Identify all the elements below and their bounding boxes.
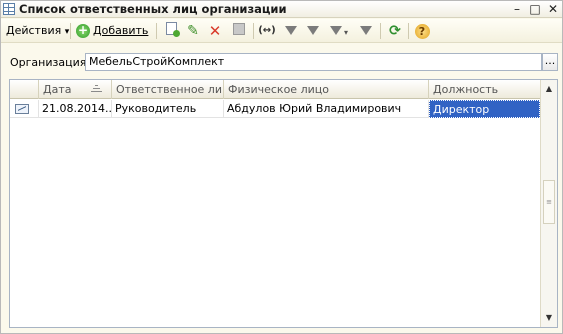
toolbar-separator [253,23,254,39]
actions-menu[interactable]: Действия ▾ [6,22,69,40]
column-header-person[interactable]: Физическое лицо [224,80,429,99]
help-icon: ? [414,24,430,39]
add-icon: + [76,23,90,38]
filter-clear-button[interactable] [357,22,375,40]
window: Список ответственных лиц организации – □… [0,0,563,334]
table-row[interactable]: 21.08.2014... Руководитель Абдулов Юрий … [10,100,540,118]
swap-icon: (↔) [258,25,276,36]
minimize-button[interactable]: – [510,2,524,16]
responsible-cell[interactable]: Руководитель [112,100,224,118]
filter-icon [285,26,297,35]
scroll-up-button[interactable]: ▲ [541,80,557,97]
filter-value-icon [307,26,319,35]
copy-button[interactable] [162,22,180,40]
vertical-scrollbar[interactable]: ▲ ≡ ▼ [540,80,557,327]
actions-label: Действия [6,24,62,37]
edit-button[interactable]: ✎ [184,22,202,40]
swap-button[interactable]: (↔) [258,22,276,40]
person-cell[interactable]: Абдулов Юрий Владимирович [224,100,429,118]
table-header: Дата Ответственное лицо Физическое лицо … [10,80,540,99]
help-button[interactable]: ? [413,22,431,40]
column-header-icon[interactable] [10,80,39,99]
toolbar-separator [408,23,409,39]
red-cross-icon: ✕ [208,22,222,40]
column-header-position[interactable]: Должность [429,80,540,99]
filter-clear-icon [360,26,372,35]
table-icon [3,3,15,15]
toolbar-separator [380,23,381,39]
column-header-label: Дата [43,83,72,96]
organization-field[interactable]: МебельСтройКомплект [85,53,542,71]
window-title: Список ответственных лиц организации [19,2,287,16]
toolbar: Действия ▾ + Добавить ✎ ✕ (↔) ▾ ⟳ ? [1,19,562,43]
delete-button[interactable]: ✕ [206,22,224,40]
responsible-persons-table: Дата Ответственное лицо Физическое лицо … [9,79,558,328]
sort-icon [91,85,102,94]
position-cell[interactable]: Директор [429,100,540,118]
maximize-button[interactable]: □ [528,2,542,16]
filter-button[interactable] [282,22,300,40]
refresh-icon: ⟳ [389,23,401,39]
organization-select-button[interactable]: ... [542,53,558,71]
pencil-icon: ✎ [187,23,199,39]
filter-menu-button[interactable]: ▾ [326,22,352,40]
column-header-responsible[interactable]: Ответственное лицо [112,80,224,99]
save-button[interactable] [230,22,248,40]
toolbar-separator [156,23,157,39]
filter-by-value-button[interactable] [304,22,322,40]
disk-icon [233,23,245,35]
column-header-date[interactable]: Дата [39,80,112,99]
add-label: Добавить [93,24,149,37]
date-cell[interactable]: 21.08.2014... [39,100,112,118]
toolbar-separator [70,23,71,39]
refresh-button[interactable]: ⟳ [386,22,404,40]
record-icon [15,104,29,114]
chevron-down-icon: ▾ [343,28,348,37]
copy-icon [165,22,180,37]
scroll-down-button[interactable]: ▼ [541,309,557,326]
filter-dropdown-icon [329,26,342,35]
close-button[interactable]: ✕ [546,2,560,16]
add-button[interactable]: + Добавить [76,22,148,40]
title-bar: Список ответственных лиц организации – □… [1,1,562,18]
chevron-down-icon: ▾ [64,27,70,37]
organization-label: Организация: [10,56,91,69]
row-type-cell [10,100,39,118]
scroll-thumb[interactable]: ≡ [543,180,555,224]
